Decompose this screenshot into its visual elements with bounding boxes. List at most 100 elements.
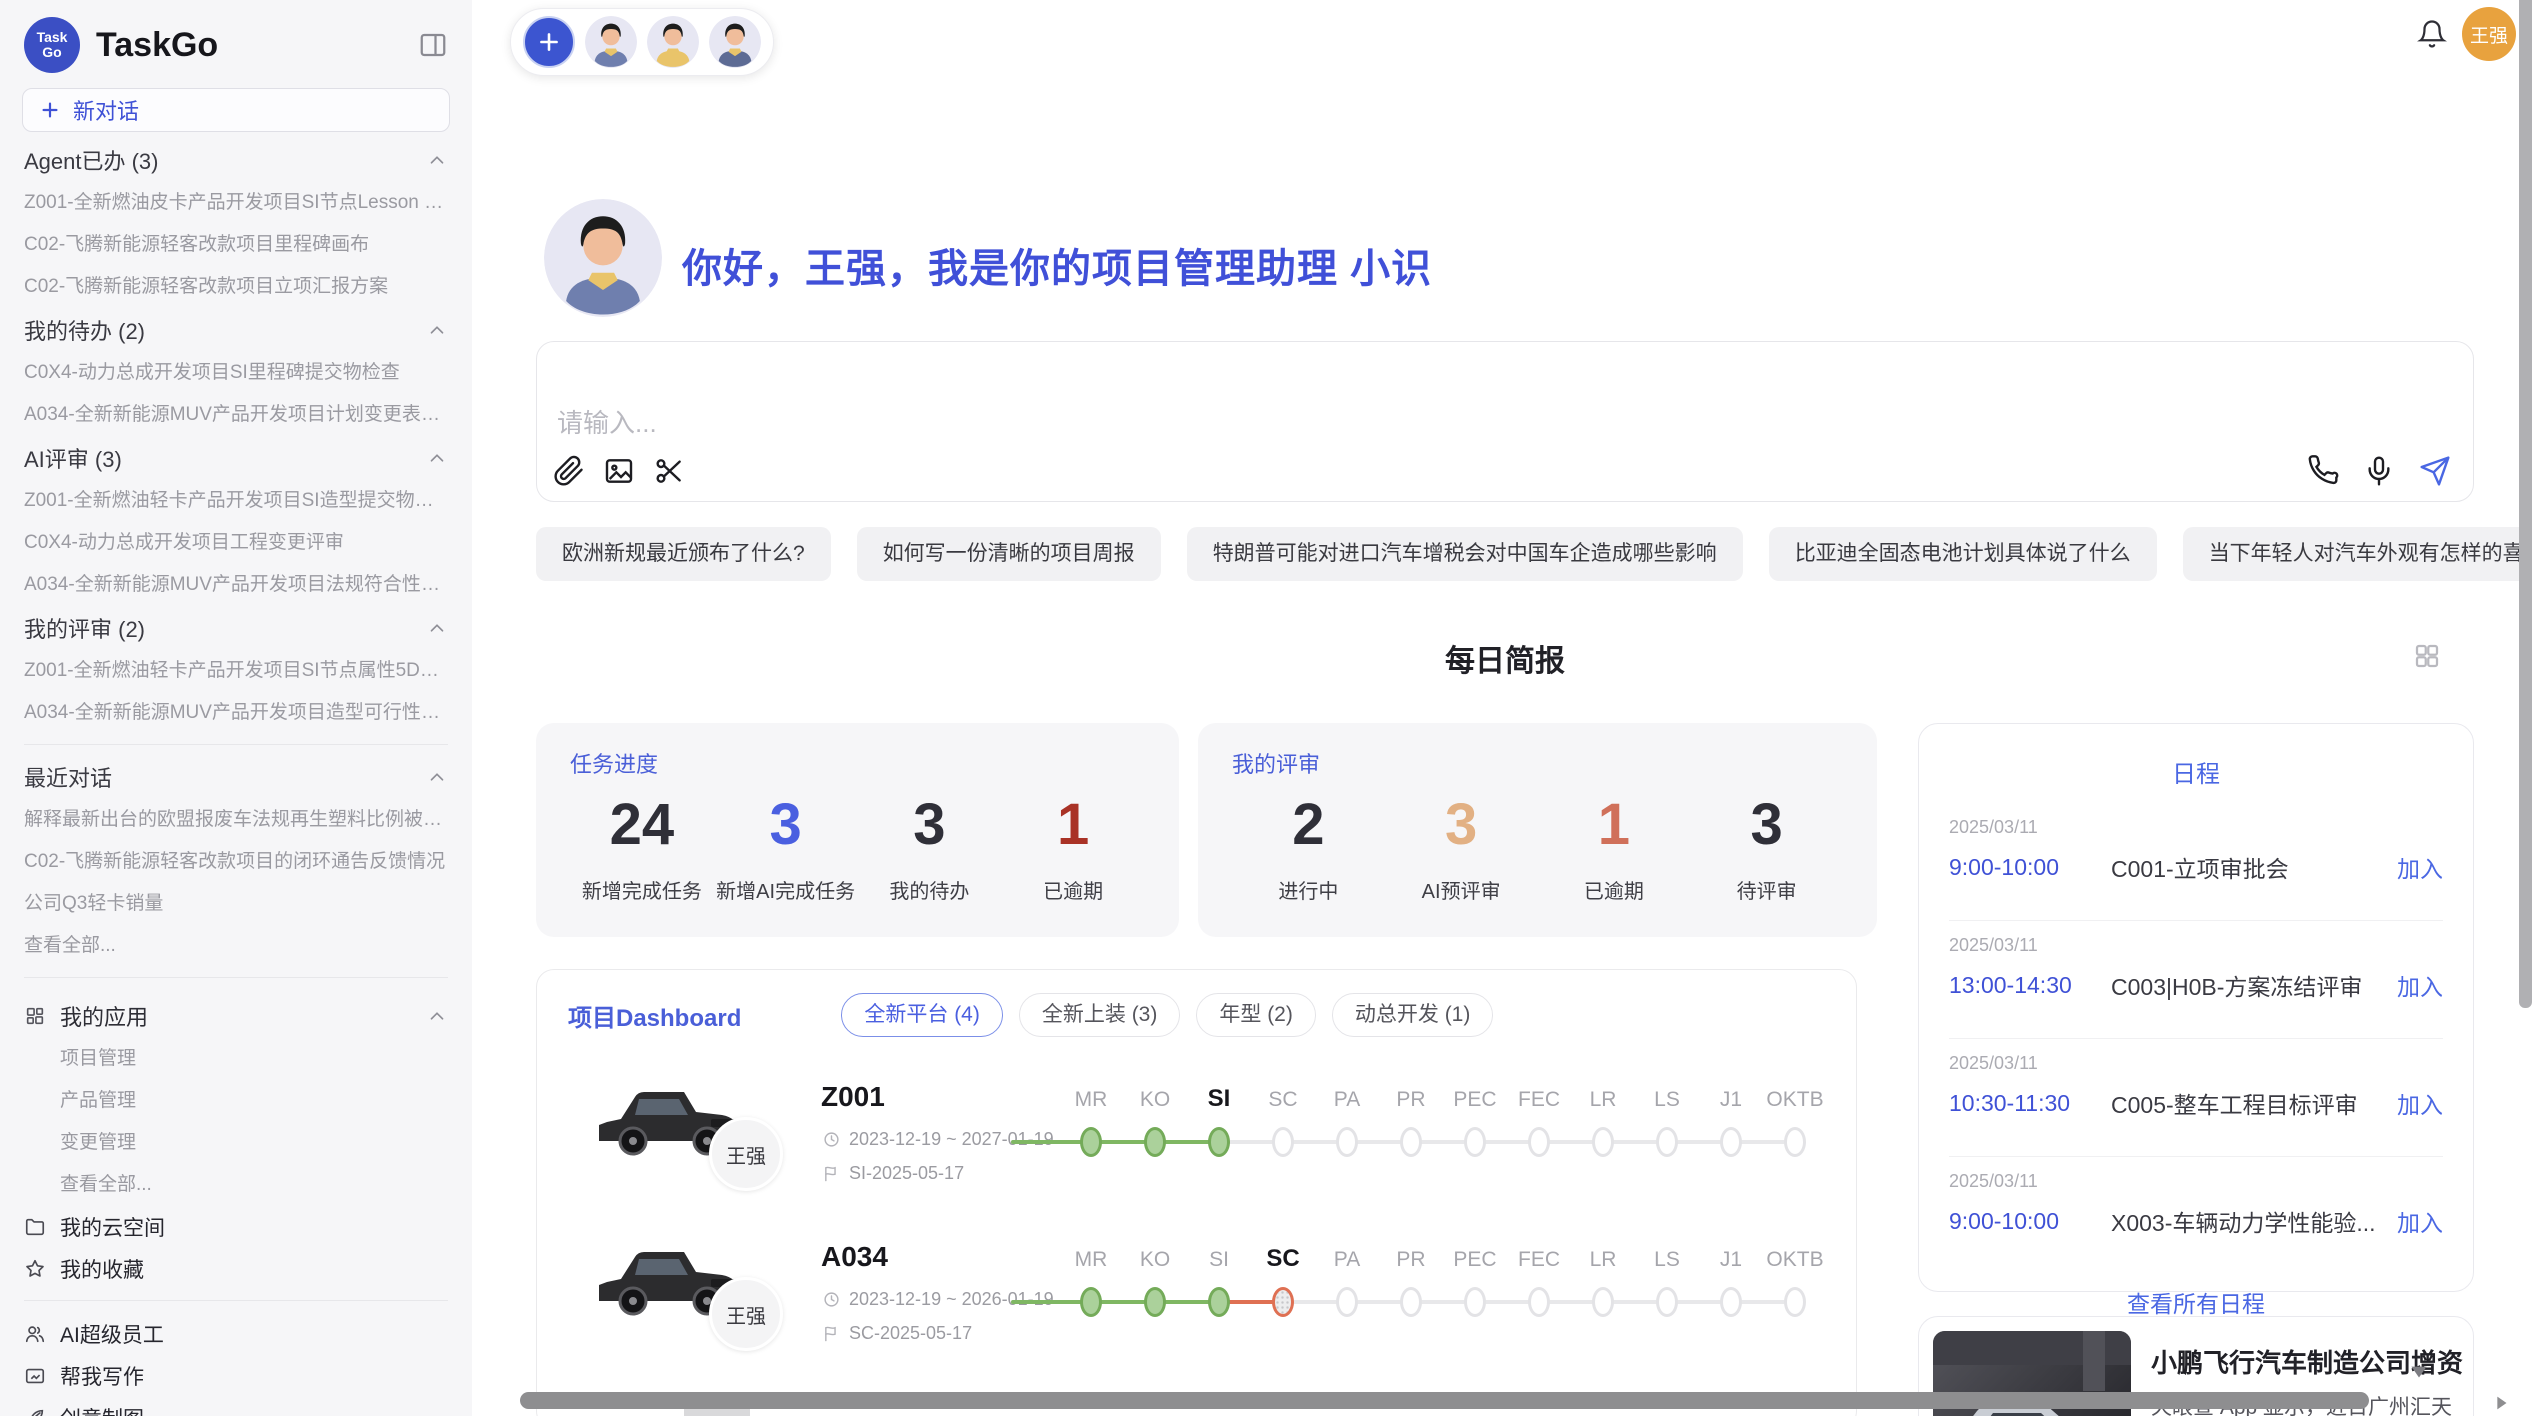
milestone-node[interactable]	[1208, 1127, 1230, 1157]
add-agent-button[interactable]	[523, 16, 575, 68]
divider	[24, 1300, 448, 1301]
attachment-paperclip-icon[interactable]	[553, 455, 585, 487]
project-filter-pill[interactable]: 全新平台 (4)	[841, 993, 1003, 1037]
sidebar-tool-write[interactable]: 帮我写作	[24, 1355, 448, 1397]
new-chat-button[interactable]: 新对话	[22, 88, 450, 132]
sidebar-app-item[interactable]: 变更管理	[24, 1122, 448, 1164]
milestone-node[interactable]	[1208, 1287, 1230, 1317]
folder-icon	[24, 1216, 46, 1238]
project-dashboard-card: 项目Dashboard 全新平台 (4)全新上装 (3)年型 (2)动总开发 (…	[536, 969, 1857, 1416]
voice-call-icon[interactable]	[2307, 455, 2339, 487]
join-link[interactable]: 加入	[2397, 1086, 2443, 1120]
event-title: X003-车辆动力学性能验...	[2111, 1204, 2397, 1238]
sidebar-task-item[interactable]: Z001-全新燃油皮卡产品开发项目SI节点Lesson Learn报告	[24, 182, 448, 224]
milestone-node[interactable]	[1592, 1287, 1614, 1317]
milestone-node[interactable]	[1400, 1287, 1422, 1317]
notifications-bell-icon[interactable]	[2417, 19, 2447, 49]
schedule-title: 日程	[1949, 754, 2443, 789]
milestone-node[interactable]	[1080, 1127, 1102, 1157]
section-header[interactable]: 最近对话	[24, 755, 448, 799]
milestone-node[interactable]	[1272, 1287, 1294, 1317]
sidebar-task-item[interactable]: A034-全新新能源MUV产品开发项目造型可行性评审	[24, 692, 448, 734]
milestone-label: OKTB	[1755, 1088, 1835, 1112]
sidebar-app-item[interactable]: 项目管理	[24, 1038, 448, 1080]
horizontal-scrollbar[interactable]	[520, 1392, 2369, 1409]
sidebar-task-item[interactable]: 解释最新出台的欧盟报废车法规再生塑料比例被调至15%...	[24, 799, 448, 841]
section-header[interactable]: AI评审 (3)	[24, 436, 448, 480]
layout-grid-icon[interactable]	[2412, 641, 2442, 671]
join-link[interactable]: 加入	[2397, 968, 2443, 1002]
milestone-node[interactable]	[1784, 1287, 1806, 1317]
milestone-node[interactable]	[1656, 1127, 1678, 1157]
milestone-node[interactable]	[1656, 1287, 1678, 1317]
agent-avatar[interactable]	[647, 16, 699, 68]
sidebar-task-item[interactable]: A034-全新新能源MUV产品开发项目计划变更表编写	[24, 394, 448, 436]
milestone-node[interactable]	[1080, 1287, 1102, 1317]
milestone-node[interactable]	[1144, 1127, 1166, 1157]
my-apps-header[interactable]: 我的应用	[24, 994, 448, 1038]
sidebar-app-item[interactable]: 产品管理	[24, 1080, 448, 1122]
sidebar-task-item[interactable]: Z001-全新燃油轻卡产品开发项目SI节点属性5D文件评审	[24, 650, 448, 692]
sidebar-app-item[interactable]: 查看全部...	[24, 1164, 448, 1206]
sidebar-task-item[interactable]: C02-飞腾新能源轻客改款项目里程碑画布	[24, 224, 448, 266]
project-filter-pill[interactable]: 年型 (2)	[1196, 993, 1316, 1037]
suggestion-chip[interactable]: 欧洲新规最近颁布了什么?	[536, 527, 831, 581]
project-row: 王强Z0012023-12-19 ~ 2027-01-19SI-2025-05-…	[537, 1061, 1856, 1221]
suggestion-chip[interactable]: 比亚迪全固态电池计划具体说了什么	[1769, 527, 2157, 581]
milestone-node[interactable]	[1144, 1287, 1166, 1317]
milestone-node[interactable]	[1784, 1127, 1806, 1157]
section-header[interactable]: Agent已办 (3)	[24, 138, 448, 182]
sidebar-task-item[interactable]: C0X4-动力总成开发项目工程变更评审	[24, 522, 448, 564]
milestone-node[interactable]	[1528, 1127, 1550, 1157]
sidebar-task-item[interactable]: C02-飞腾新能源轻客改款项目立项汇报方案	[24, 266, 448, 308]
send-icon[interactable]	[2419, 455, 2451, 487]
project-code[interactable]: A034	[821, 1241, 888, 1273]
suggestion-chip[interactable]: 当下年轻人对汽车外观有怎样的喜好趋势	[2183, 527, 2532, 581]
microphone-icon[interactable]	[2363, 455, 2395, 487]
project-code[interactable]: Z001	[821, 1081, 885, 1113]
milestone-node[interactable]	[1720, 1287, 1742, 1317]
user-avatar[interactable]: 王强	[2462, 7, 2516, 61]
join-link[interactable]: 加入	[2397, 850, 2443, 884]
scroll-right-arrow-icon[interactable]	[2490, 1392, 2512, 1414]
suggestion-chip[interactable]: 如何写一份清晰的项目周报	[857, 527, 1161, 581]
view-all-schedule-link[interactable]: 查看所有日程	[1949, 1285, 2443, 1319]
project-filter-pill[interactable]: 动总开发 (1)	[1332, 993, 1494, 1037]
screenshot-scissors-icon[interactable]	[653, 455, 685, 487]
suggestion-chip[interactable]: 特朗普可能对进口汽车增税会对中国车企造成哪些影响	[1187, 527, 1743, 581]
milestone-node[interactable]	[1336, 1287, 1358, 1317]
sidebar-item-folder[interactable]: 我的云空间	[24, 1206, 448, 1248]
agent-avatar[interactable]	[585, 16, 637, 68]
agent-avatar[interactable]	[709, 16, 761, 68]
schedule-event: 2025/03/1110:30-11:30C005-整车工程目标评审加入	[1949, 1039, 2443, 1157]
sidebar-task-item[interactable]: C02-飞腾新能源轻客改款项目的闭环通告反馈情况	[24, 841, 448, 883]
sidebar-task-item[interactable]: 公司Q3轻卡销量	[24, 883, 448, 925]
scroll-down-arrow-icon[interactable]	[2406, 1358, 2432, 1384]
sidebar-task-item[interactable]: C0X4-动力总成开发项目SI里程碑提交物检查	[24, 352, 448, 394]
sidebar-item-star[interactable]: 我的收藏	[24, 1248, 448, 1290]
milestone-node[interactable]	[1528, 1287, 1550, 1317]
stat-value: 3	[1385, 789, 1538, 861]
milestone-node[interactable]	[1592, 1127, 1614, 1157]
section-header[interactable]: 我的待办 (2)	[24, 308, 448, 352]
schedule-event: 2025/03/119:00-10:00C001-立项审批会加入	[1949, 803, 2443, 921]
collapse-sidebar-icon[interactable]	[418, 30, 448, 60]
milestone-node[interactable]	[1464, 1127, 1486, 1157]
section-header[interactable]: 我的评审 (2)	[24, 606, 448, 650]
sidebar-task-item[interactable]: A034-全新新能源MUV产品开发项目法规符合性评审	[24, 564, 448, 606]
sidebar-task-item[interactable]: 查看全部...	[24, 925, 448, 967]
image-upload-icon[interactable]	[603, 455, 635, 487]
sidebar-tool-pen[interactable]: 创意制图	[24, 1397, 448, 1416]
milestone-node[interactable]	[1720, 1127, 1742, 1157]
milestone-node[interactable]	[1400, 1127, 1422, 1157]
sidebar-tool-users[interactable]: AI超级员工	[24, 1313, 448, 1355]
project-filter-pill[interactable]: 全新上装 (3)	[1019, 993, 1181, 1037]
sidebar-task-item[interactable]: Z001-全新燃油轻卡产品开发项目SI造型提交物评审	[24, 480, 448, 522]
stat-label: 待评审	[1690, 875, 1843, 904]
chat-input[interactable]	[555, 400, 1759, 446]
milestone-node[interactable]	[1336, 1127, 1358, 1157]
vertical-scrollbar[interactable]	[2519, 0, 2532, 1008]
milestone-node[interactable]	[1464, 1287, 1486, 1317]
join-link[interactable]: 加入	[2397, 1204, 2443, 1238]
milestone-node[interactable]	[1272, 1127, 1294, 1157]
